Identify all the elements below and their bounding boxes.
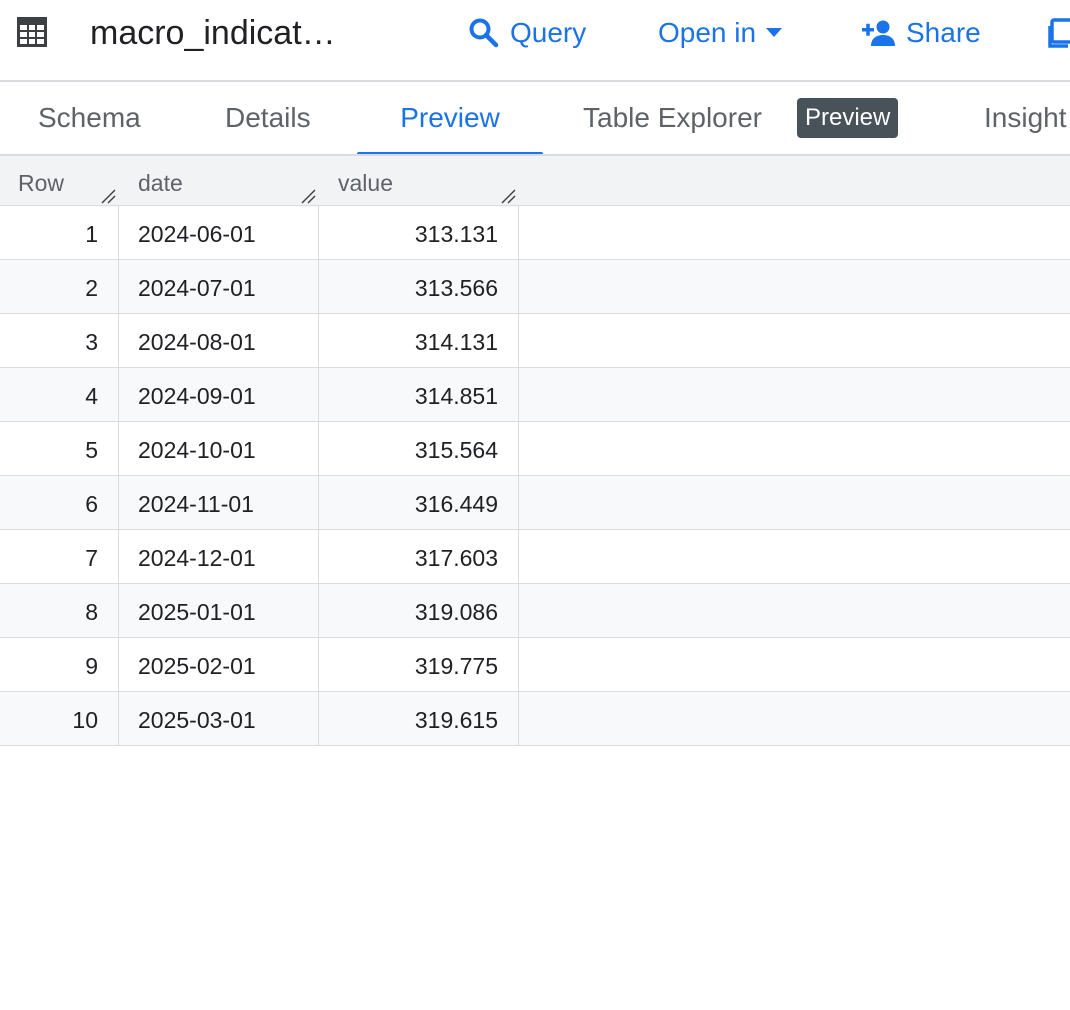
table-row[interactable]: 1 2024-06-01 313.131	[0, 206, 1070, 260]
tab-preview[interactable]: Preview	[357, 82, 543, 154]
date-cell[interactable]: 2024-09-01	[119, 368, 319, 421]
date-cell[interactable]: 2024-06-01	[119, 206, 319, 259]
row-number-cell: 5	[0, 422, 119, 475]
value-cell[interactable]: 314.131	[319, 314, 519, 367]
value-cell[interactable]: 314.851	[319, 368, 519, 421]
table-row[interactable]: 10 2025-03-01 319.615	[0, 692, 1070, 746]
table-header-bar: macro_indicat… Query Open in Share	[0, 0, 1070, 82]
open-in-button[interactable]: Open in	[658, 12, 783, 54]
row-number-cell: 9	[0, 638, 119, 691]
date-cell[interactable]: 2025-01-01	[119, 584, 319, 637]
share-button-label: Share	[906, 17, 981, 48]
table-row[interactable]: 5 2024-10-01 315.564	[0, 422, 1070, 476]
value-cell[interactable]: 319.086	[319, 584, 519, 637]
table-title: macro_indicat…	[90, 14, 336, 52]
value-cell[interactable]: 316.449	[319, 476, 519, 529]
copy-button[interactable]	[1048, 12, 1070, 54]
search-icon	[469, 18, 499, 48]
table-row[interactable]: 6 2024-11-01 316.449	[0, 476, 1070, 530]
value-cell[interactable]: 313.566	[319, 260, 519, 313]
table-row[interactable]: 2 2024-07-01 313.566	[0, 260, 1070, 314]
row-number-cell: 8	[0, 584, 119, 637]
date-cell[interactable]: 2025-03-01	[119, 692, 319, 745]
value-cell[interactable]: 319.775	[319, 638, 519, 691]
share-button[interactable]: Share	[862, 12, 981, 54]
row-number-cell: 4	[0, 368, 119, 421]
column-header-label: date	[138, 170, 183, 196]
column-header-label: Row	[18, 170, 65, 196]
query-button-label: Query	[510, 17, 587, 48]
column-header-value: value	[318, 156, 518, 206]
column-header-row: Row	[0, 156, 118, 206]
table-row[interactable]: 8 2025-01-01 319.086	[0, 584, 1070, 638]
date-cell[interactable]: 2024-10-01	[119, 422, 319, 475]
table-row[interactable]: 4 2024-09-01 314.851	[0, 368, 1070, 422]
tab-schema[interactable]: Schema	[38, 82, 141, 154]
date-cell[interactable]: 2024-08-01	[119, 314, 319, 367]
column-header-date: date	[118, 156, 318, 206]
results-grid: Row date value 1 2024-06-01 313.131 2 20…	[0, 156, 1070, 746]
row-number-cell: 6	[0, 476, 119, 529]
table-row[interactable]: 3 2024-08-01 314.131	[0, 314, 1070, 368]
caret-down-icon	[766, 28, 783, 37]
row-number-cell: 1	[0, 206, 119, 259]
date-cell[interactable]: 2024-11-01	[119, 476, 319, 529]
table-row[interactable]: 9 2025-02-01 319.775	[0, 638, 1070, 692]
column-resize-icon[interactable]	[300, 188, 316, 204]
detail-tabs: Schema Details Preview Table Explorer Pr…	[0, 82, 1070, 156]
preview-badge: Preview	[797, 98, 899, 138]
value-cell[interactable]: 317.603	[319, 530, 519, 583]
table-icon	[17, 17, 47, 47]
row-number-cell: 10	[0, 692, 119, 745]
row-number-cell: 7	[0, 530, 119, 583]
table-row[interactable]: 7 2024-12-01 317.603	[0, 530, 1070, 584]
row-number-cell: 3	[0, 314, 119, 367]
row-number-cell: 2	[0, 260, 119, 313]
date-cell[interactable]: 2024-07-01	[119, 260, 319, 313]
copy-icon	[1048, 18, 1070, 48]
grid-header-row: Row date value	[0, 156, 1070, 206]
tab-insights[interactable]: Insight	[984, 82, 1067, 154]
value-cell[interactable]: 313.131	[319, 206, 519, 259]
open-in-button-label: Open in	[658, 17, 757, 48]
value-cell[interactable]: 315.564	[319, 422, 519, 475]
date-cell[interactable]: 2025-02-01	[119, 638, 319, 691]
tab-table-explorer[interactable]: Table Explorer	[583, 82, 762, 154]
value-cell[interactable]: 319.615	[319, 692, 519, 745]
date-cell[interactable]: 2024-12-01	[119, 530, 319, 583]
tab-details[interactable]: Details	[225, 82, 311, 154]
column-resize-icon[interactable]	[500, 188, 516, 204]
person-add-icon	[862, 20, 895, 46]
column-header-label: value	[338, 170, 393, 196]
column-resize-icon[interactable]	[100, 188, 116, 204]
query-button[interactable]: Query	[468, 12, 586, 54]
